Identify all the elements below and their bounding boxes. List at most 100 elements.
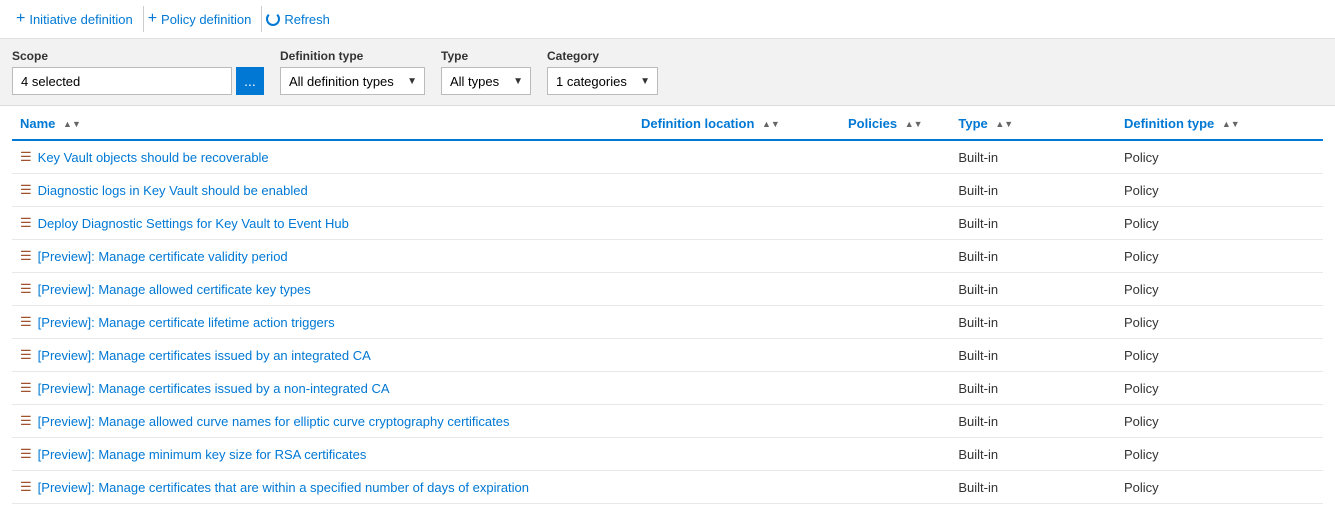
- row-policies-cell: [840, 306, 950, 339]
- row-type-cell: Built-in: [950, 240, 1116, 273]
- initiative-definition-button[interactable]: + Initiative definition: [12, 6, 144, 32]
- row-deftype-cell: Policy: [1116, 273, 1323, 306]
- table-row: ☰Diagnostic logs in Key Vault should be …: [12, 174, 1323, 207]
- deftype-label: Definition type: [280, 49, 425, 63]
- table-row: ☰[Preview]: Manage certificates that are…: [12, 471, 1323, 504]
- category-select-wrapper: 1 categories ▼: [547, 67, 658, 95]
- category-select[interactable]: 1 categories: [547, 67, 658, 95]
- table-row: ☰ [Preview]: Manage certificates issued b…: [12, 372, 1323, 405]
- policy-icon: ☰: [20, 215, 32, 231]
- scope-filter: Scope ...: [12, 49, 264, 95]
- row-defloc-cell: [633, 372, 840, 405]
- row-policies-cell: [840, 471, 950, 504]
- row-deftype-cell: Policy: [1116, 405, 1323, 438]
- row-defloc-cell: [633, 207, 840, 240]
- row-name-cell: ☰ [Preview]: Manage certificates issued b…: [12, 372, 633, 405]
- plus-icon-initiative: +: [16, 10, 25, 28]
- policy-name-link[interactable]: [Preview]: Manage certificates issued by…: [38, 348, 371, 363]
- table-row: ☰[Preview]: Manage minimum key size for …: [12, 438, 1323, 471]
- table-row: ☰[Preview]: Manage certificate lifetime …: [12, 306, 1323, 339]
- type-select[interactable]: All types: [441, 67, 531, 95]
- policy-table-container: Name ▲▼ Definition location ▲▼ Policies …: [0, 106, 1335, 504]
- plus-icon-policy: +: [148, 10, 157, 28]
- initiative-btn-label: Initiative definition: [29, 12, 132, 27]
- deftype-select-wrapper: All definition types ▼: [280, 67, 425, 95]
- policy-icon: ☰: [20, 413, 32, 429]
- row-type-cell: Built-in: [950, 405, 1116, 438]
- row-deftype-cell: Policy: [1116, 438, 1323, 471]
- row-defloc-cell: [633, 273, 840, 306]
- policy-icon: ☰: [20, 281, 32, 297]
- row-name-cell: ☰ Key Vault objects should be recoverable: [12, 140, 633, 174]
- row-type-cell: Built-in: [950, 438, 1116, 471]
- row-deftype-cell: Policy: [1116, 240, 1323, 273]
- scope-ellipsis-button[interactable]: ...: [236, 67, 264, 95]
- row-type-cell: Built-in: [950, 273, 1116, 306]
- sort-arrows-policies[interactable]: ▲▼: [905, 120, 923, 129]
- policy-icon: ☰: [20, 248, 32, 264]
- row-type-cell: Built-in: [950, 174, 1116, 207]
- deftype-select[interactable]: All definition types: [280, 67, 425, 95]
- row-defloc-cell: [633, 240, 840, 273]
- policy-name-link[interactable]: Deploy Diagnostic Settings for Key Vault…: [38, 216, 349, 231]
- scope-input[interactable]: [12, 67, 232, 95]
- table-row: ☰ [Preview]: Manage certificate validity …: [12, 240, 1323, 273]
- row-policies-cell: [840, 140, 950, 174]
- sort-arrows-deftype[interactable]: ▲▼: [1222, 120, 1240, 129]
- row-defloc-cell: [633, 438, 840, 471]
- table-row: ☰ [Preview]: Manage allowed curve names f…: [12, 405, 1323, 438]
- row-name-cell: ☰ [Preview]: Manage allowed curve names f…: [12, 405, 633, 438]
- row-type-cell: Built-in: [950, 306, 1116, 339]
- scope-label: Scope: [12, 49, 264, 63]
- category-filter: Category 1 categories ▼: [547, 49, 658, 95]
- policy-name-link[interactable]: [Preview]: Manage certificates issued by…: [38, 381, 390, 396]
- policy-name-link[interactable]: [Preview]: Manage minimum key size for R…: [38, 447, 367, 462]
- policy-name-link[interactable]: Key Vault objects should be recoverable: [38, 150, 269, 165]
- type-label: Type: [441, 49, 531, 63]
- policy-name-link[interactable]: [Preview]: Manage allowed curve names fo…: [38, 414, 510, 429]
- row-defloc-cell: [633, 405, 840, 438]
- table-body: ☰ Key Vault objects should be recoverable…: [12, 140, 1323, 504]
- row-policies-cell: [840, 240, 950, 273]
- row-name-cell: ☰ Deploy Diagnostic Settings for Key Vaul…: [12, 207, 633, 240]
- policy-btn-label: Policy definition: [161, 12, 251, 27]
- policy-name-link[interactable]: [Preview]: Manage allowed certificate ke…: [38, 282, 311, 297]
- row-policies-cell: [840, 207, 950, 240]
- row-name-cell: ☰ [Preview]: Manage allowed certificate k…: [12, 273, 633, 306]
- sort-arrows-defloc[interactable]: ▲▼: [762, 120, 780, 129]
- row-name-cell: ☰[Preview]: Manage certificates that are…: [12, 471, 633, 504]
- sort-arrows-name[interactable]: ▲▼: [63, 120, 81, 129]
- policy-icon: ☰: [20, 149, 32, 165]
- row-defloc-cell: [633, 140, 840, 174]
- row-deftype-cell: Policy: [1116, 306, 1323, 339]
- policy-icon: ☰: [20, 380, 32, 396]
- refresh-button[interactable]: Refresh: [262, 8, 340, 31]
- row-name-cell: ☰ [Preview]: Manage certificate validity …: [12, 240, 633, 273]
- policy-definition-button[interactable]: + Policy definition: [144, 6, 263, 32]
- table-row: ☰ Key Vault objects should be recoverable…: [12, 140, 1323, 174]
- row-policies-cell: [840, 174, 950, 207]
- sort-arrows-type[interactable]: ▲▼: [995, 120, 1013, 129]
- policy-name-link[interactable]: Diagnostic logs in Key Vault should be e…: [38, 183, 308, 198]
- category-label: Category: [547, 49, 658, 63]
- policy-name-link[interactable]: [Preview]: Manage certificates that are …: [38, 480, 529, 495]
- type-filter: Type All types ▼: [441, 49, 531, 95]
- col-header-defloc: Definition location ▲▼: [633, 106, 840, 140]
- row-name-cell: ☰[Preview]: Manage minimum key size for …: [12, 438, 633, 471]
- row-type-cell: Built-in: [950, 372, 1116, 405]
- policy-name-link[interactable]: [Preview]: Manage certificate validity p…: [38, 249, 288, 264]
- col-header-name: Name ▲▼: [12, 106, 633, 140]
- row-type-cell: Built-in: [950, 471, 1116, 504]
- table-row: ☰ Deploy Diagnostic Settings for Key Vaul…: [12, 207, 1323, 240]
- row-type-cell: Built-in: [950, 207, 1116, 240]
- definition-type-filter: Definition type All definition types ▼: [280, 49, 425, 95]
- table-row: ☰[Preview]: Manage certificates issued b…: [12, 339, 1323, 372]
- filters-row: Scope ... Definition type All definition…: [0, 39, 1335, 106]
- row-policies-cell: [840, 372, 950, 405]
- row-defloc-cell: [633, 174, 840, 207]
- policy-name-link[interactable]: [Preview]: Manage certificate lifetime a…: [38, 315, 335, 330]
- scope-input-row: ...: [12, 67, 264, 95]
- col-header-deftype: Definition type ▲▼: [1116, 106, 1323, 140]
- col-header-type: Type ▲▼: [950, 106, 1116, 140]
- type-select-wrapper: All types ▼: [441, 67, 531, 95]
